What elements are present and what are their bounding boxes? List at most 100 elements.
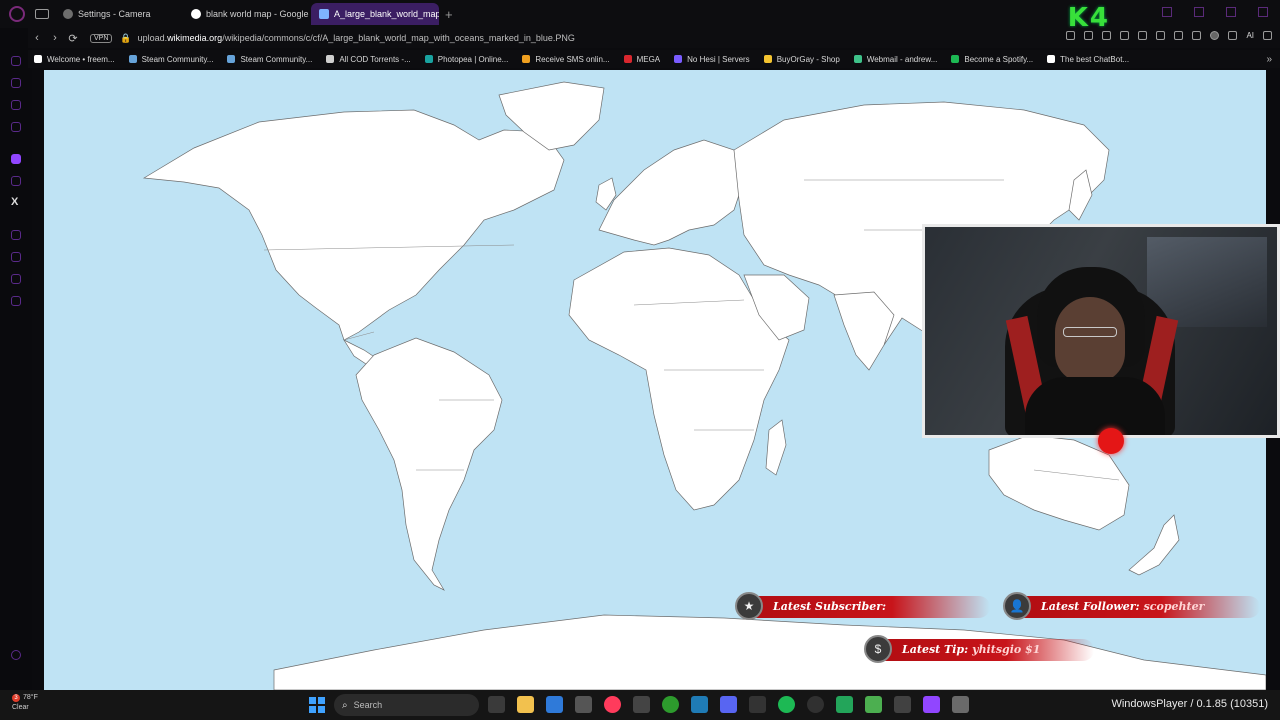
gear-icon — [63, 9, 73, 19]
shield-icon[interactable] — [1102, 31, 1112, 40]
url-field[interactable]: upload.wikimedia.org/wikipedia/commons/c… — [138, 33, 575, 43]
bookmark-label: Welcome • freem... — [47, 54, 115, 64]
obs-icon[interactable] — [807, 696, 824, 713]
bookmark-favicon-icon — [1047, 55, 1056, 63]
roblox-icon[interactable] — [952, 696, 969, 713]
back-icon[interactable]: ‹ — [28, 32, 46, 44]
app-icon[interactable] — [691, 696, 708, 713]
latest-tip-value: yhitsgio $1 — [972, 642, 1041, 656]
taskbar: 3 78°F Clear ⌕ Search WindowsPlayer / 0.… — [0, 690, 1280, 720]
screen: Settings - Camera blank world map - Goog… — [0, 0, 1280, 720]
avatar[interactable] — [1210, 31, 1220, 40]
taskbar-search[interactable]: ⌕ Search — [334, 694, 479, 716]
bookmarks-overflow-icon[interactable]: » — [1266, 54, 1272, 65]
bookmark-item[interactable]: MEGA — [623, 54, 661, 64]
sidebar-more-icon[interactable] — [11, 650, 21, 660]
tab-google-search[interactable]: blank world map - Google — [183, 3, 311, 25]
bookmark-item[interactable]: All COD Torrents -... — [326, 55, 411, 64]
bookmark-item[interactable]: No Hesi | Servers — [674, 55, 750, 64]
bookmark-item[interactable]: Welcome • freem... — [34, 55, 115, 64]
history-icon[interactable] — [11, 252, 21, 262]
twitch-icon[interactable] — [923, 696, 940, 713]
bookmark-label: Become a Spotify... — [964, 54, 1034, 64]
bookmark-item[interactable]: Become a Spotify... — [951, 55, 1033, 64]
bookmark-favicon-icon — [674, 55, 683, 63]
spotify-icon[interactable] — [778, 696, 795, 713]
vpn-badge[interactable]: VPN — [90, 33, 113, 43]
settings-icon[interactable] — [11, 296, 21, 306]
latest-tip-label: Latest Tip: — [902, 642, 969, 656]
extension-icon[interactable] — [1174, 31, 1184, 40]
antarctica — [273, 614, 1266, 690]
snapshot-icon[interactable] — [1084, 31, 1094, 40]
latest-follower-label: Latest Follower: — [1041, 599, 1140, 613]
windows-start-icon[interactable] — [309, 697, 325, 713]
lock-icon[interactable]: 🔒 — [120, 33, 131, 44]
bookmark-item[interactable]: BuyOrGay - Shop — [763, 55, 840, 64]
player-icon[interactable] — [11, 122, 21, 132]
weather-widget[interactable]: 3 78°F Clear — [12, 693, 38, 713]
maximize-icon[interactable] — [1226, 7, 1236, 17]
speed-dial-icon[interactable] — [11, 230, 21, 240]
app-icon[interactable] — [633, 696, 650, 713]
x-twitter-icon[interactable]: X — [11, 196, 18, 208]
send-icon[interactable] — [1120, 31, 1130, 40]
tab-wikimedia-map[interactable]: A_large_blank_world_map — [311, 3, 439, 25]
bookmark-item[interactable]: Photopea | Online... — [424, 55, 508, 64]
bookmark-label: MEGA — [636, 54, 661, 64]
wallet-icon[interactable] — [1156, 31, 1166, 40]
address-bar: ‹ › ⟳ VPN 🔒 upload.wikimedia.org/wikiped… — [28, 28, 1280, 48]
opera-logo-icon[interactable] — [9, 6, 25, 22]
forward-icon[interactable]: › — [46, 32, 64, 44]
steam-icon[interactable] — [894, 696, 911, 713]
bookmark-label: Steam Community... — [240, 54, 313, 64]
minimize-icon[interactable] — [1194, 7, 1204, 17]
search-placeholder: Search — [353, 700, 383, 710]
bookmark-item[interactable]: The best ChatBot... — [1047, 55, 1129, 64]
bookmark-item[interactable]: Steam Community... — [128, 55, 213, 64]
twitch-icon[interactable] — [11, 154, 21, 164]
file-explorer-icon[interactable] — [517, 696, 534, 713]
search-icon: ⌕ — [342, 699, 348, 711]
messenger-icon[interactable] — [11, 78, 21, 88]
google-icon — [191, 9, 201, 19]
bookmarks-icon[interactable] — [11, 274, 21, 284]
search-tabs-icon[interactable] — [1162, 7, 1172, 17]
active-window-label: WindowsPlayer / 0.1.85 (10351) — [1111, 698, 1268, 710]
latest-subscriber-banner: ★ Latest Subscriber: — [735, 592, 990, 620]
aria-icon[interactable] — [11, 56, 21, 66]
discord-icon[interactable] — [720, 696, 737, 713]
address-bar-actions: AI — [1066, 31, 1272, 40]
bookmark-item[interactable]: Receive SMS onlin... — [522, 55, 610, 64]
latest-follower-value: scopehter — [1143, 599, 1205, 613]
close-icon[interactable] — [1258, 7, 1268, 17]
app-icon[interactable] — [749, 696, 766, 713]
new-tab-button[interactable]: + — [445, 7, 453, 22]
north-america — [142, 109, 565, 341]
pin-icon[interactable] — [1066, 31, 1076, 40]
europe — [598, 139, 745, 246]
store-icon[interactable] — [546, 696, 563, 713]
bookmark-item[interactable]: Webmail - andrew... — [853, 55, 937, 64]
app-icon[interactable] — [865, 696, 882, 713]
instagram-icon[interactable] — [11, 100, 21, 110]
notification-badge: 3 — [12, 694, 20, 702]
ai-button[interactable]: AI — [1246, 31, 1254, 40]
dollar-icon: $ — [864, 635, 892, 663]
app-icon[interactable] — [575, 696, 592, 713]
tab-islands-icon[interactable] — [35, 9, 49, 19]
bookmark-item[interactable]: Steam Community... — [227, 55, 312, 64]
download-icon[interactable] — [1228, 31, 1238, 40]
opera-gx-icon[interactable] — [604, 696, 621, 713]
url-prefix: upload. — [137, 33, 168, 43]
discord-icon[interactable] — [11, 176, 21, 186]
puzzle-icon[interactable] — [1192, 31, 1202, 40]
task-view-icon[interactable] — [488, 696, 505, 713]
tab-settings-camera[interactable]: Settings - Camera — [55, 3, 183, 25]
menu-icon[interactable] — [1263, 31, 1272, 40]
app-icon[interactable] — [836, 696, 853, 713]
xbox-icon[interactable] — [662, 696, 679, 713]
reload-icon[interactable]: ⟳ — [64, 32, 82, 45]
heart-icon[interactable] — [1138, 31, 1148, 40]
tab-title: blank world map - Google — [206, 9, 309, 19]
